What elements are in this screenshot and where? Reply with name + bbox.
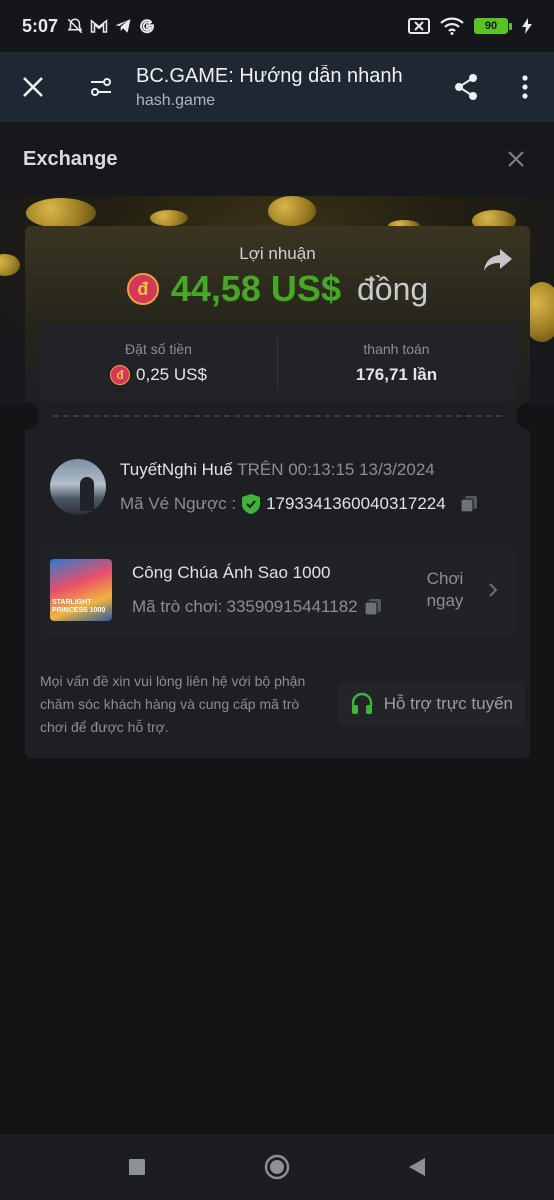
play-now-label: Chơi ngay bbox=[421, 568, 469, 612]
bet-datetime: 00:13:15 13/3/2024 bbox=[288, 460, 435, 479]
profit-row: đ 44,58 US$ đồng bbox=[25, 268, 530, 310]
system-nav-bar bbox=[0, 1134, 554, 1200]
game-code: 33590915441182 bbox=[226, 597, 358, 616]
bet-amount-stat: Đặt số tiền đ 0,25 US$ bbox=[40, 324, 277, 402]
avatar[interactable] bbox=[50, 459, 106, 515]
battery-indicator: 90 bbox=[474, 18, 512, 34]
square-icon bbox=[129, 1159, 145, 1175]
payout-stat: thanh toán 176,71 lần bbox=[278, 324, 515, 402]
status-time: 5:07 bbox=[22, 15, 59, 36]
telegram-icon bbox=[115, 19, 131, 33]
battery-level: 90 bbox=[474, 18, 508, 34]
copy-icon[interactable] bbox=[364, 598, 382, 616]
ticket-id-label: Mã Vé Ngược : bbox=[120, 494, 237, 513]
user-info: TuyếtNghi Huế TRÊN 00:13:15 13/3/2024 Mã… bbox=[120, 460, 478, 514]
user-line: TuyếtNghi Huế TRÊN 00:13:15 13/3/2024 bbox=[120, 460, 478, 480]
bet-ticket-card: Lợi nhuận đ 44,58 US$ đồng Đặt số tiền đ… bbox=[25, 226, 530, 758]
coin-decoration bbox=[150, 210, 188, 226]
live-support-button[interactable]: Hỗ trợ trực tuyến bbox=[337, 682, 525, 726]
browser-close-button[interactable] bbox=[0, 52, 66, 122]
close-icon bbox=[23, 77, 43, 97]
user-name[interactable]: TuyếtNghi Huế bbox=[120, 460, 233, 479]
game-info: Công Chúa Ánh Sao 1000 Mã trò chơi: 3359… bbox=[132, 563, 421, 617]
play-now-button[interactable]: Chơi ngay bbox=[421, 568, 499, 612]
status-right: 90 bbox=[408, 17, 532, 35]
bet-user-row: TuyếtNghi Huế TRÊN 00:13:15 13/3/2024 Mã… bbox=[50, 452, 505, 522]
game-code-line: Mã trò chơi: 33590915441182 bbox=[132, 597, 421, 617]
sim-off-icon bbox=[408, 18, 430, 34]
ticket-header: Lợi nhuận đ 44,58 US$ đồng Đặt số tiền đ… bbox=[25, 226, 530, 402]
notification-icons bbox=[66, 17, 156, 35]
bet-amount-label: Đặt số tiền bbox=[125, 341, 192, 357]
share-button[interactable] bbox=[436, 52, 496, 122]
exchange-close-button[interactable] bbox=[501, 144, 531, 174]
browser-toolbar: BC.GAME: Hướng dẫn nhanh hash.game bbox=[0, 52, 554, 122]
status-bar: 5:07 90 bbox=[0, 0, 554, 52]
game-thumb-logo: STARLIGHT PRINCESS 1000 bbox=[52, 599, 106, 614]
more-menu-button[interactable] bbox=[496, 52, 554, 122]
ticket-notch bbox=[25, 402, 39, 430]
page-url: hash.game bbox=[136, 91, 216, 109]
support-section: Mọi vấn đề xin vui lòng liên hệ với bộ p… bbox=[40, 666, 525, 742]
exchange-header: Exchange bbox=[0, 122, 554, 196]
close-icon bbox=[508, 151, 524, 167]
home-button[interactable] bbox=[257, 1147, 297, 1187]
payout-value: 176,71 lần bbox=[355, 365, 438, 384]
profit-amount: 44,58 US$ bbox=[170, 268, 341, 309]
back-button[interactable] bbox=[397, 1147, 437, 1187]
bet-amount-value: 0,25 US$ bbox=[136, 365, 207, 384]
headset-icon bbox=[351, 692, 372, 714]
ticket-id: 1793341360040317224 bbox=[266, 494, 446, 513]
share-icon bbox=[455, 74, 477, 100]
forward-share-icon bbox=[484, 249, 512, 271]
exchange-title: Exchange bbox=[23, 147, 118, 170]
battery-tip bbox=[509, 22, 512, 30]
browser-title-area[interactable]: BC.GAME: Hướng dẫn nhanh hash.game bbox=[136, 65, 436, 110]
currency-coin-icon: đ bbox=[110, 365, 131, 385]
charging-icon bbox=[522, 18, 532, 34]
page-title: BC.GAME: Hướng dẫn nhanh bbox=[136, 64, 403, 87]
game-code-label: Mã trò chơi: bbox=[132, 597, 223, 616]
coin-decoration bbox=[26, 198, 96, 228]
play-now-line2: ngay bbox=[426, 591, 464, 610]
bet-stats: Đặt số tiền đ 0,25 US$ thanh toán 176,71… bbox=[40, 324, 515, 402]
verified-shield-icon bbox=[242, 494, 261, 514]
ticket-notch bbox=[516, 402, 530, 430]
profit-label: Lợi nhuận bbox=[239, 244, 316, 263]
coin-decoration bbox=[268, 196, 316, 226]
recent-apps-button[interactable] bbox=[117, 1147, 157, 1187]
page-content: Exchange Lợi nhuận đ 44,58 US$ đồng Đặt … bbox=[0, 122, 554, 1134]
site-settings-button[interactable] bbox=[66, 52, 136, 122]
game-thumbnail[interactable]: STARLIGHT PRINCESS 1000 bbox=[50, 559, 112, 621]
support-text: Mọi vấn đề xin vui lòng liên hệ với bộ p… bbox=[40, 672, 306, 735]
ticket-share-button[interactable] bbox=[482, 244, 514, 276]
triangle-back-icon bbox=[409, 1158, 425, 1176]
circle-icon bbox=[264, 1154, 290, 1180]
status-left: 5:07 bbox=[22, 16, 156, 37]
dashed-divider bbox=[53, 415, 502, 417]
payout-label: thanh toán bbox=[363, 341, 430, 357]
avatar-figure bbox=[80, 477, 94, 511]
game-row[interactable]: STARLIGHT PRINCESS 1000 Công Chúa Ánh Sa… bbox=[40, 544, 515, 636]
more-vert-icon bbox=[522, 75, 528, 99]
bet-amount-value-row: đ 0,25 US$ bbox=[110, 365, 207, 385]
currency-coin-icon: đ bbox=[126, 273, 159, 305]
gmail-icon bbox=[90, 19, 108, 33]
on-label: TRÊN bbox=[237, 460, 284, 479]
game-name: Công Chúa Ánh Sao 1000 bbox=[132, 563, 331, 582]
tune-icon bbox=[91, 78, 111, 96]
live-support-label: Hỗ trợ trực tuyến bbox=[383, 694, 513, 713]
profit-unit: đồng bbox=[356, 270, 429, 307]
chevron-right-icon bbox=[489, 583, 498, 597]
wifi-icon bbox=[440, 17, 464, 35]
ticket-perforation bbox=[25, 402, 530, 430]
play-now-line1: Chơi bbox=[426, 569, 464, 588]
ticket-id-line: Mã Vé Ngược : 1793341360040317224 bbox=[120, 494, 478, 514]
google-icon bbox=[140, 19, 154, 34]
bell-off-icon bbox=[67, 18, 83, 34]
copy-icon[interactable] bbox=[460, 495, 478, 513]
coin-decoration bbox=[0, 254, 20, 276]
